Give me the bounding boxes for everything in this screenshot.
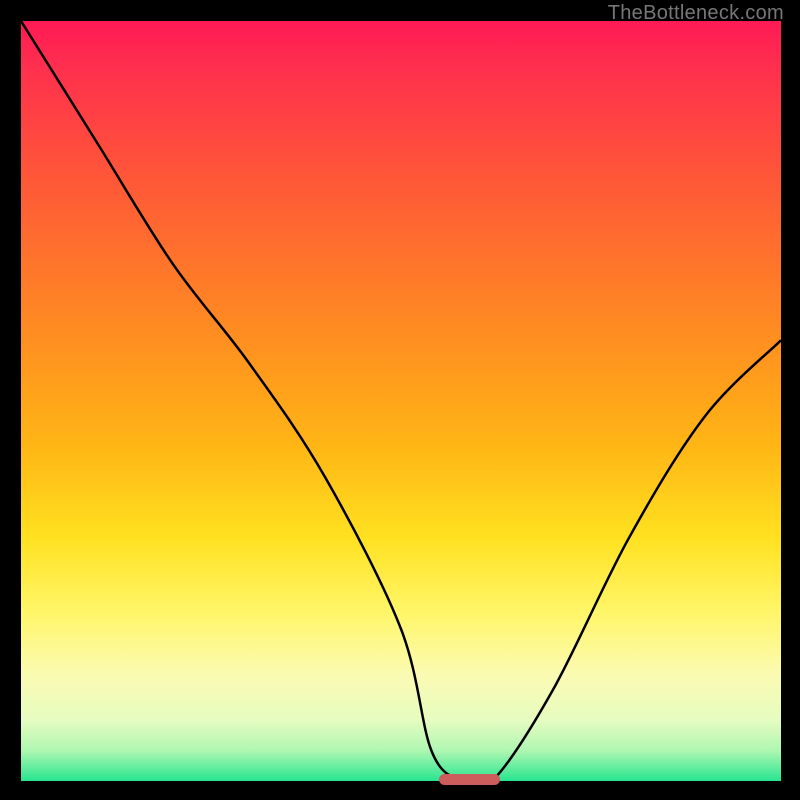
chart-frame: TheBottleneck.com [0,0,800,800]
plot-area [21,21,781,781]
optimal-range-marker [439,774,500,785]
bottleneck-curve [21,21,781,781]
